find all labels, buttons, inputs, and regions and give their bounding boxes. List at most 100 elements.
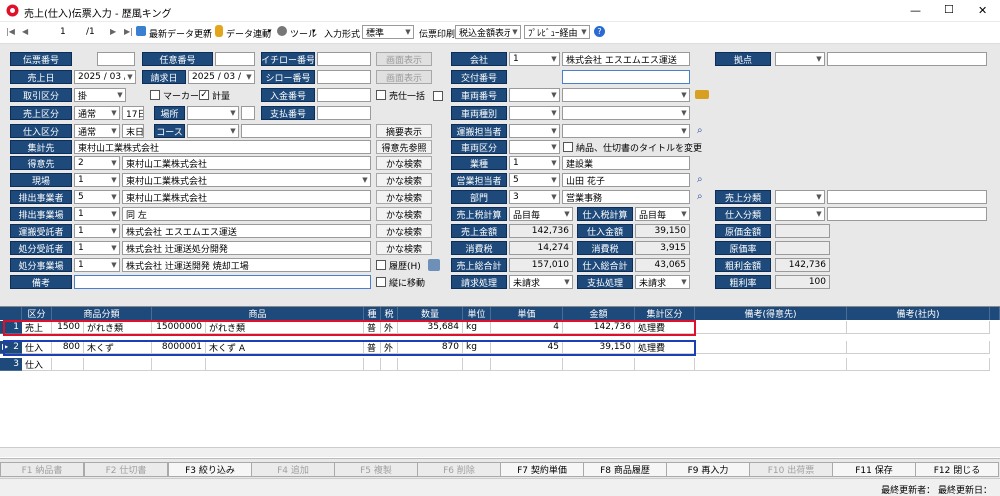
sharyo-select[interactable]: ▼: [509, 88, 560, 102]
f10-button[interactable]: F10 出荷票: [749, 462, 833, 477]
uriagebi-picker[interactable]: 2025 / 03 / 21▼: [74, 70, 136, 84]
close-button[interactable]: ✕: [978, 4, 987, 17]
f3-button[interactable]: F3 絞り込み: [168, 462, 252, 477]
shobun-jigyo-select[interactable]: 1 ▼: [74, 258, 120, 272]
unpan-name-select[interactable]: ▼: [562, 124, 690, 138]
cell-biko-tokui[interactable]: [695, 321, 847, 334]
row-number[interactable]: 3: [0, 358, 22, 371]
kana-search-button-5[interactable]: かな検索: [376, 224, 432, 238]
f2-button[interactable]: F2 仕切書: [84, 462, 168, 477]
cell-tani[interactable]: [463, 358, 491, 371]
tokuisaki-select[interactable]: 2 ▼: [74, 156, 120, 170]
biko-input[interactable]: [74, 275, 371, 289]
nav-prev-button[interactable]: ◀: [22, 27, 28, 36]
kana-search-button-4[interactable]: かな検索: [376, 207, 432, 221]
tekiyo-button[interactable]: 摘要表示: [376, 124, 432, 138]
kaisha-select[interactable]: 1 ▼: [509, 52, 560, 66]
truck-icon[interactable]: [695, 90, 709, 99]
seikyubi-picker[interactable]: 2025 / 03 / 21▼: [188, 70, 255, 84]
kofu-input[interactable]: [562, 70, 690, 84]
maximize-button[interactable]: ☐: [944, 3, 954, 16]
col-header-biko-shanai[interactable]: 備考(社内): [847, 307, 990, 320]
sharyo-kubun-select[interactable]: ▼: [509, 140, 560, 154]
kana-search-button-6[interactable]: かな検索: [376, 241, 432, 255]
shiire-day[interactable]: 末日: [122, 124, 144, 138]
keiryo-checkbox[interactable]: ✓ 計量: [199, 88, 230, 102]
cell-biko-shanai[interactable]: [847, 321, 990, 334]
f11-button[interactable]: F11 保存: [832, 462, 916, 477]
binoculars-icon[interactable]: ⌕: [697, 125, 703, 136]
display-button-2[interactable]: 画面表示: [376, 70, 432, 84]
uriikkatsu-checkbox-2[interactable]: [433, 91, 443, 101]
uriikkatsu-checkbox[interactable]: 売仕一括: [376, 88, 425, 102]
cell-biko-shanai[interactable]: [847, 358, 990, 371]
basho-extra[interactable]: [241, 106, 255, 120]
print-select[interactable]: 税込金額表示 ▼: [455, 25, 521, 39]
shobun-jutaku-select[interactable]: 1 ▼: [74, 241, 120, 255]
f8-button[interactable]: F8 商品履歴: [583, 462, 667, 477]
calculator-icon[interactable]: [428, 259, 440, 271]
uriage-zei-select[interactable]: 品目毎 ▼: [509, 207, 573, 221]
title-change-checkbox[interactable]: 納品、仕切書のタイトルを変更: [563, 140, 702, 154]
basho-select[interactable]: ▼: [187, 106, 239, 120]
nyukin-input[interactable]: [317, 88, 371, 102]
cell-biko-shanai[interactable]: [847, 341, 990, 354]
gyoshu-select[interactable]: 1 ▼: [509, 156, 560, 170]
cell-tanka[interactable]: [491, 358, 563, 371]
torihiki-select[interactable]: 掛 ▼: [74, 88, 126, 102]
f6-button[interactable]: F6 削除: [417, 462, 501, 477]
sharyo-name-select[interactable]: ▼: [562, 88, 690, 102]
chevron-down-icon[interactable]: ▾: [207, 27, 211, 35]
cell-biko-tokui[interactable]: [695, 341, 847, 354]
haishutsujo-select[interactable]: 1 ▼: [74, 207, 120, 221]
seikyu-shori-select[interactable]: 未請求 ▼: [509, 275, 573, 289]
f4-button[interactable]: F4 追加: [251, 462, 335, 477]
col-header-shohin[interactable]: 商品: [152, 307, 364, 320]
haishutsu-select[interactable]: 5 ▼: [74, 190, 120, 204]
kana-search-button-2[interactable]: かな検索: [376, 173, 432, 187]
preview-select[interactable]: ﾌﾟﾚﾋﾞｭｰ経由 ▼: [524, 25, 590, 39]
cell-shukei[interactable]: [635, 358, 695, 371]
minimize-button[interactable]: —: [910, 4, 921, 17]
col-header-kubun[interactable]: 区分: [22, 307, 52, 320]
f5-button[interactable]: F5 複製: [334, 462, 418, 477]
cell-kingaku[interactable]: [563, 358, 635, 371]
col-header-shu[interactable]: 種: [364, 307, 381, 320]
uriage-kubun-select[interactable]: 通常 ▼: [74, 106, 120, 120]
col-header-suryo[interactable]: 数量: [398, 307, 463, 320]
shiharai-shori-select[interactable]: 未請求 ▼: [635, 275, 690, 289]
cell-shohin-code[interactable]: [152, 358, 206, 371]
course-select[interactable]: ▼: [187, 124, 239, 138]
cell-bunrui-name[interactable]: [84, 358, 152, 371]
col-header-kingaku[interactable]: 金額: [563, 307, 635, 320]
nav-next-button[interactable]: ▶: [110, 27, 116, 36]
help-icon[interactable]: ?: [594, 26, 605, 37]
ninni-input[interactable]: [215, 52, 255, 66]
shiire-zei-select[interactable]: 品目毎 ▼: [635, 207, 690, 221]
unpan-select[interactable]: ▼: [509, 124, 560, 138]
horizontal-scrollbar[interactable]: [0, 447, 1000, 457]
genba-name-select[interactable]: 東村山工業株式会社 ▼: [122, 173, 371, 187]
col-header-biko-tokui[interactable]: 備考(得意先): [695, 307, 847, 320]
shiire-kubun-select[interactable]: 通常 ▼: [74, 124, 120, 138]
uriage-bunrui-select[interactable]: ▼: [775, 190, 825, 204]
kana-search-button-1[interactable]: かな検索: [376, 156, 432, 170]
cell-suryo[interactable]: [398, 358, 463, 371]
cell-biko-tokui[interactable]: [695, 358, 847, 371]
col-header-shukei[interactable]: 集計区分: [635, 307, 695, 320]
shiharai-input[interactable]: [317, 106, 371, 120]
chevron-down-icon[interactable]: ▾: [268, 27, 272, 35]
col-header-tanka[interactable]: 単価: [491, 307, 563, 320]
uriage-day[interactable]: 17日: [122, 106, 144, 120]
rireki-checkbox[interactable]: 履歴(H): [376, 258, 421, 272]
cell-zei[interactable]: [381, 358, 398, 371]
tate-ido-checkbox[interactable]: 縦に移動: [376, 275, 425, 289]
kana-search-button-3[interactable]: かな検索: [376, 190, 432, 204]
binoculars-icon[interactable]: ⌕: [697, 191, 703, 202]
nav-last-button[interactable]: ▶|: [124, 27, 133, 36]
f12-button[interactable]: F12 閉じる: [915, 462, 999, 477]
kyoten-select[interactable]: ▼: [775, 52, 825, 66]
denpyo-input[interactable]: [97, 52, 135, 66]
col-header-tani[interactable]: 単位: [463, 307, 491, 320]
f1-button[interactable]: F1 納品書: [0, 462, 84, 477]
